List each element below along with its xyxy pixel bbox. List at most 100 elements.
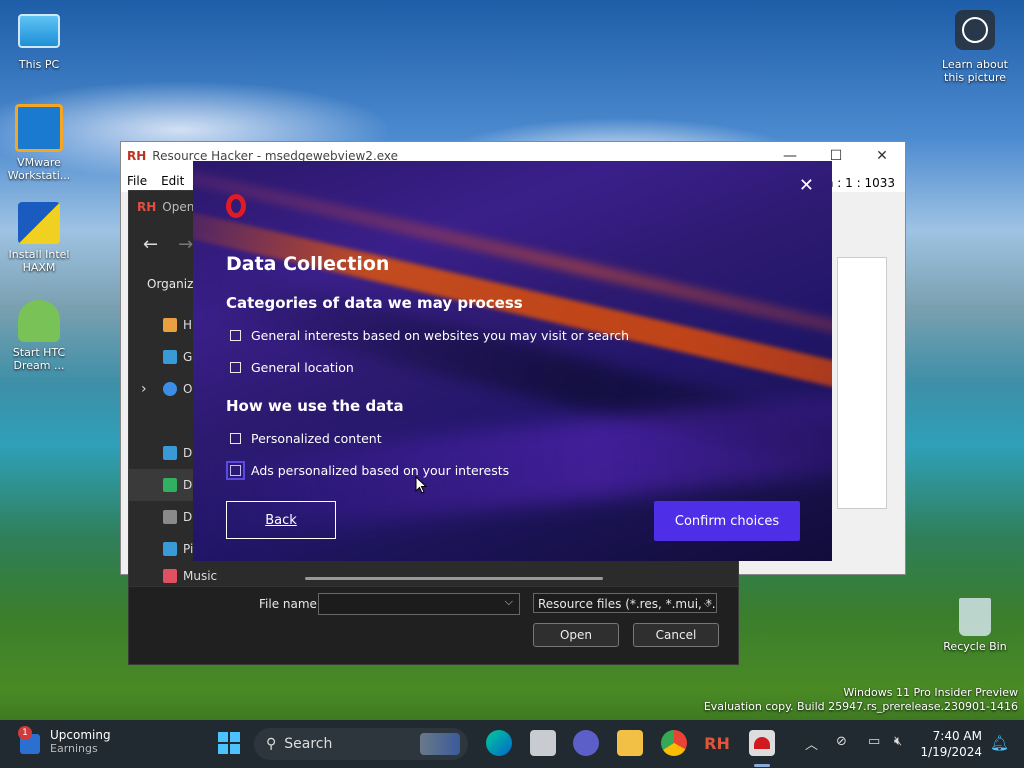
rh-logo-icon: RH [127, 149, 147, 163]
file-name-input[interactable] [318, 593, 520, 615]
pictures-icon [163, 542, 177, 556]
checkbox-label: Ads personalized based on your interests [251, 463, 510, 478]
task-view-icon[interactable] [530, 730, 556, 756]
learn-about-picture[interactable]: Learn about this picture [939, 10, 1011, 84]
music-icon [163, 569, 177, 583]
desktop-icon-recycle-bin[interactable]: Recycle Bin [943, 598, 1007, 653]
menu-edit[interactable]: Edit [161, 174, 184, 188]
monitor-icon [18, 14, 60, 48]
checkbox-box[interactable] [230, 330, 241, 341]
gallery-icon [163, 350, 177, 364]
display-icon[interactable]: ▭ [868, 734, 880, 749]
open-dialog-footer: File name: Resource files (*.res, *.mui,… [129, 586, 738, 664]
widget-title: Upcoming [50, 728, 111, 742]
checkbox-box[interactable] [230, 362, 241, 373]
clock-date: 1/19/2024 [920, 745, 982, 759]
close-icon[interactable]: ✕ [799, 175, 814, 196]
desktop-icon-vmware[interactable]: VMware Workstati... [4, 104, 74, 182]
download-icon [163, 478, 177, 492]
rh-logo-icon: RH [137, 200, 157, 214]
opera-data-collection-dialog: ✕ Data Collection Categories of data we … [193, 161, 832, 561]
recycle-bin-icon [959, 598, 991, 636]
desktop-icon-label: Recycle Bin [943, 640, 1007, 653]
rh-editor-panel [837, 257, 887, 509]
opera-installer-icon[interactable] [749, 730, 775, 756]
taskbar-search[interactable]: ⚲ Search [254, 728, 468, 760]
desktop-icon-label: VMware Workstati... [7, 156, 71, 182]
chrome-icon[interactable] [661, 730, 687, 756]
horizontal-scrollbar[interactable] [305, 577, 603, 580]
desktop-icon-label: This PC [18, 58, 60, 71]
sidebar-item-label: Music [183, 569, 218, 583]
sidebar-item-label: Pi [183, 542, 194, 556]
section-heading-categories: Categories of data we may process [226, 294, 523, 312]
dialog-title: Data Collection [226, 253, 390, 275]
expand-chevron-icon[interactable]: › [141, 381, 163, 397]
widget-subtitle: Earnings [50, 742, 98, 755]
file-name-label: File name: [259, 597, 321, 611]
back-button[interactable]: Back [226, 501, 336, 539]
edge-beta-icon[interactable] [486, 730, 512, 756]
desktop-icon-label: Start HTC Dream ... [12, 346, 66, 372]
camera-icon [955, 10, 995, 50]
confirm-choices-button[interactable]: Confirm choices [654, 501, 800, 541]
watermark-line: Evaluation copy. Build 25947.rs_prerelea… [703, 700, 1018, 713]
network-off-icon[interactable]: ⊘ [836, 734, 847, 749]
notification-badge: 1 [18, 726, 32, 740]
checkbox-box[interactable] [230, 433, 241, 444]
file-type-value: Resource files (*.res, *.mui, *.dll [538, 597, 717, 611]
checkbox-label: General location [251, 360, 354, 375]
vmware-icon [15, 104, 63, 152]
learn-about-picture-label: Learn about this picture [942, 58, 1008, 84]
search-icon: ⚲ [266, 736, 277, 752]
cancel-button[interactable]: Cancel [633, 623, 719, 647]
document-icon [163, 510, 177, 524]
active-app-indicator [754, 764, 770, 767]
installer-icon [18, 202, 60, 244]
taskbar: 1 Upcoming Earnings ⚲ Search RH ︿ ⊘ ▭ 🔇︎… [0, 720, 1024, 768]
desktop-folder-icon [163, 446, 177, 460]
back-arrow-icon[interactable]: ← [143, 234, 158, 255]
checkbox-label: General interests based on websites you … [251, 328, 629, 343]
sidebar-item-label: H [183, 318, 193, 332]
search-placeholder: Search [284, 736, 333, 752]
sidebar-item-label: O [183, 382, 193, 396]
watermark-line: Windows 11 Pro Insider Preview [843, 686, 1018, 699]
clock-time: 7:40 AM [932, 729, 982, 743]
section-heading-usage: How we use the data [226, 397, 404, 415]
chevron-down-icon: ⌵ [703, 597, 712, 610]
checkbox-label: Personalized content [251, 431, 382, 446]
resource-hacker-taskbar-icon[interactable]: RH [704, 730, 730, 756]
cloud-icon [163, 382, 177, 396]
android-icon [18, 300, 60, 342]
checkbox-box[interactable] [226, 461, 245, 480]
teams-chat-icon[interactable] [573, 730, 599, 756]
sidebar-item-music[interactable]: Music [129, 565, 738, 587]
close-button[interactable]: ✕ [859, 148, 905, 164]
desktop-icon-label: Install Intel HAXM [8, 248, 70, 274]
checkbox-general-interests[interactable]: General interests based on websites you … [230, 328, 629, 343]
menu-file[interactable]: File [127, 174, 147, 188]
home-icon [163, 318, 177, 332]
file-type-select[interactable]: Resource files (*.res, *.mui, *.dll ⌵ [533, 593, 717, 613]
checkbox-general-location[interactable]: General location [230, 360, 354, 375]
opera-logo-icon [226, 194, 246, 218]
stock-chart-icon: 1 [18, 726, 40, 754]
start-button[interactable] [218, 732, 240, 754]
search-highlight-icon [420, 733, 460, 755]
notification-bell-icon[interactable]: 🔔︎ [990, 734, 1009, 752]
desktop-icon-htc-dream[interactable]: Start HTC Dream ... [4, 300, 74, 372]
checkbox-personalized-content[interactable]: Personalized content [230, 431, 382, 446]
widgets-button[interactable]: 1 Upcoming Earnings [18, 726, 111, 755]
tray-chevron-up-icon[interactable]: ︿ [805, 734, 818, 753]
checkbox-personalized-ads[interactable]: Ads personalized based on your interests [226, 461, 510, 480]
file-explorer-icon[interactable] [617, 730, 643, 756]
mouse-cursor-icon [415, 476, 427, 494]
volume-muted-icon[interactable]: 🔇︎ [894, 734, 902, 749]
open-button[interactable]: Open [533, 623, 619, 647]
desktop-icon-this-pc[interactable]: This PC [4, 10, 74, 71]
forward-arrow-icon[interactable]: → [178, 234, 193, 255]
desktop-icon-haxm[interactable]: Install Intel HAXM [4, 202, 74, 274]
windows-watermark: Windows 11 Pro Insider Preview Evaluatio… [704, 686, 1018, 714]
taskbar-clock[interactable]: 7:40 AM 1/19/2024 [920, 728, 982, 760]
